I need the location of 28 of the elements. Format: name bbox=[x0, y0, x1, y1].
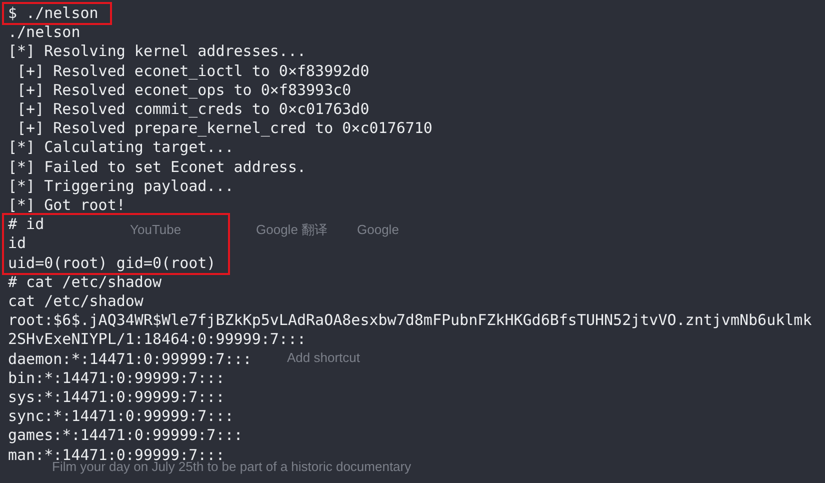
terminal-line: [+] Resolved econet_ops to 0×f83993c0 bbox=[16, 80, 352, 100]
terminal-line: ./nelson bbox=[8, 23, 80, 42]
terminal-line: sync:*:14471:0:99999:7::: bbox=[8, 407, 234, 426]
terminal-line: $ ./nelson bbox=[8, 4, 98, 24]
terminal-line: [+] Resolved commit_creds to 0×c01763d0 bbox=[16, 100, 370, 120]
terminal-line: bin:*:14471:0:99999:7::: bbox=[8, 368, 225, 388]
terminal-line: # id bbox=[8, 215, 44, 234]
background-page-text: Film your day on July 25th to be part of a historic documentary bbox=[52, 459, 412, 476]
terminal-line: id bbox=[8, 234, 26, 254]
terminal-line: cat /etc/shadow bbox=[8, 292, 144, 312]
terminal-line: [*] Got root! bbox=[8, 196, 126, 216]
terminal-line: [+] Resolved econet_ioctl to 0×f83992d0 bbox=[16, 62, 370, 81]
terminal-line: # cat /etc/shadow bbox=[8, 272, 162, 292]
terminal-line: daemon:*:14471:0:99999:7::: bbox=[8, 350, 252, 369]
terminal-line: [*] Calculating target... bbox=[8, 138, 234, 158]
background-page-text: Google 翻译 bbox=[256, 221, 328, 239]
terminal-line: sys:*:14471:0:99999:7::: bbox=[8, 388, 225, 408]
terminal-line: [*] Failed to set Econet address. bbox=[8, 158, 306, 177]
terminal-line: [*] Resolving kernel addresses... bbox=[8, 42, 306, 62]
terminal-line: [*] Triggering payload... bbox=[8, 176, 234, 196]
terminal-line: 2SHvExeNIYPL/1:18464:0:99999:7::: bbox=[8, 330, 306, 350]
background-page-text: YouTube bbox=[130, 221, 182, 239]
terminal-line: [+] Resolved prepare_kernel_cred to 0×c0176710 bbox=[16, 119, 432, 138]
terminal-line: root:$6$.jAQ34WR$Wle7fjBZkKp5vLAdRaOA8esxbw7d8mFPubnFZkHKGd6BfsTUHN52jtvVO.zntjvmNb6uklmk bbox=[8, 311, 812, 330]
terminal-line: games:*:14471:0:99999:7::: bbox=[8, 426, 243, 446]
terminal-line: uid=0(root) gid=0(root) bbox=[8, 254, 216, 273]
background-page-text: Google bbox=[357, 221, 399, 239]
background-page-text: Add shortcut bbox=[287, 349, 360, 367]
